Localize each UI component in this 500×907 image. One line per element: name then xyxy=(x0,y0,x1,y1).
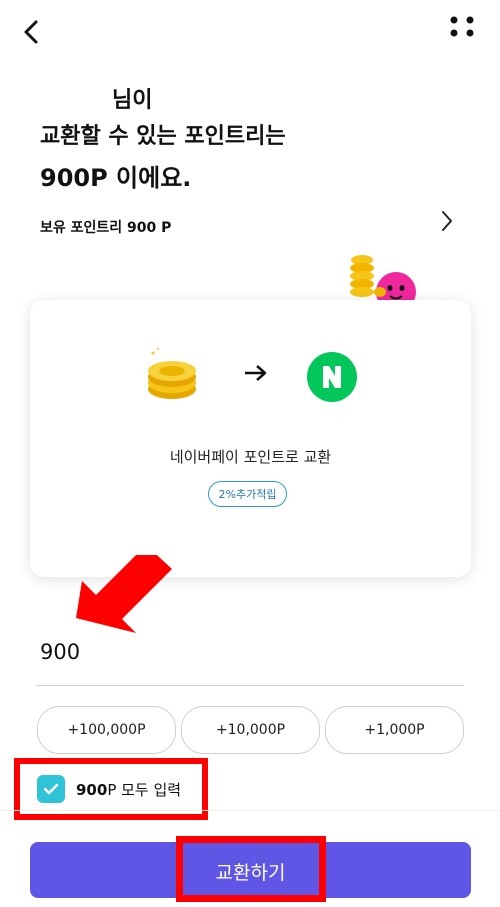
arrow-right-icon xyxy=(242,362,270,384)
title-line-3: 900P 이에요. xyxy=(40,164,192,192)
exchange-card xyxy=(30,300,471,577)
divider xyxy=(0,810,500,811)
amount-input[interactable]: 900 xyxy=(40,640,80,664)
add-1000-button[interactable]: +1,000P xyxy=(325,706,464,754)
owned-points-label[interactable]: 보유 포인트리 900 P xyxy=(40,217,171,237)
add-100000-button[interactable]: +100,000P xyxy=(37,706,176,754)
coin-stack-icon xyxy=(144,345,200,403)
back-icon[interactable] xyxy=(18,18,46,46)
chevron-right-icon[interactable] xyxy=(436,208,458,234)
amount-underline xyxy=(36,685,464,686)
naver-logo-icon xyxy=(307,352,357,402)
add-10000-button[interactable]: +10,000P xyxy=(181,706,320,754)
mascot-illustration xyxy=(344,248,424,312)
annotation-arrow-icon xyxy=(74,545,174,635)
title-line-1: 님이 xyxy=(112,88,153,113)
bonus-badge: 2%추가적립 xyxy=(208,481,287,507)
more-icon[interactable] xyxy=(444,10,480,46)
exchange-title: 네이버페이 포인트로 교환 xyxy=(169,448,332,466)
annotation-highlight-submit xyxy=(176,836,326,902)
title-line-2: 교환할 수 있는 포인트리는 xyxy=(40,124,286,149)
